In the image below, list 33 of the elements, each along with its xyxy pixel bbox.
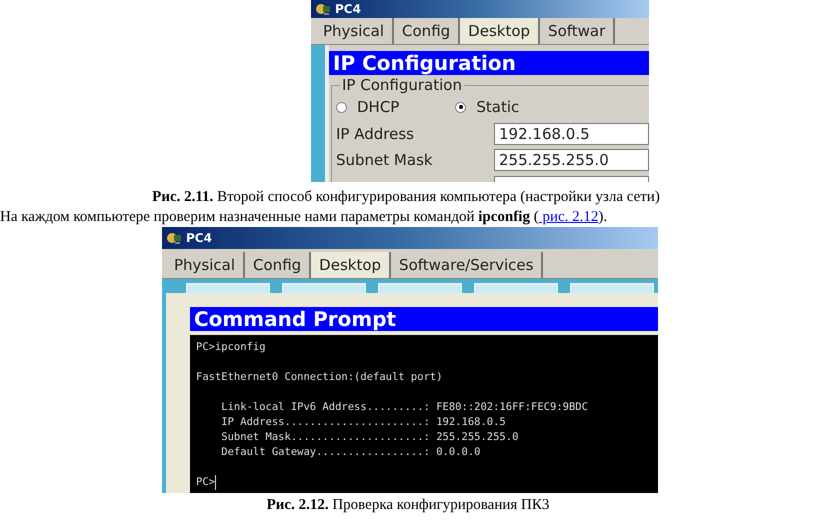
section-heading: IP Configuration bbox=[329, 51, 649, 75]
figure-link[interactable]: рис. 2.12 bbox=[538, 209, 598, 225]
tab[interactable]: Desktop bbox=[460, 18, 540, 44]
terminal-line: PC> bbox=[196, 475, 216, 490]
radio-label: Static bbox=[476, 97, 520, 118]
field-label: IP Address bbox=[336, 124, 415, 144]
input-field[interactable]: 255.255.255.0 bbox=[494, 149, 649, 172]
app-tile[interactable] bbox=[186, 283, 270, 293]
section-heading: Command Prompt bbox=[190, 307, 658, 331]
terminal-line: IP Address......................: 192.168.0.5 bbox=[220, 415, 506, 430]
computer-icon bbox=[166, 232, 182, 244]
field-label: Subnet Mask bbox=[336, 150, 434, 171]
terminal-line: Subnet Mask.....................: 255.255.255.0 bbox=[220, 430, 518, 445]
terminal-line: FastEthernet0 Connection:(default port) bbox=[196, 370, 443, 385]
radio-label: DHCP bbox=[357, 97, 400, 118]
radio-button[interactable] bbox=[455, 102, 466, 113]
terminal-line: PC>ipconfig bbox=[196, 340, 266, 355]
app-tile[interactable] bbox=[282, 283, 366, 293]
app-tile[interactable] bbox=[474, 283, 558, 293]
terminal-line: Default Gateway.................: 0.0.0.0 bbox=[220, 445, 480, 460]
window-title: PC4 bbox=[335, 1, 361, 18]
app-tile[interactable] bbox=[570, 283, 654, 293]
window-title: PC4 bbox=[186, 230, 212, 247]
paragraph: На каждом компьютере проверим назначенные нами параметры командой ipconfig ( рис. 2.12). bbox=[0, 208, 608, 226]
terminal-line: Link-local IPv6 Address.........: FE80::202:16FF:FEC9:9BDC bbox=[220, 400, 588, 415]
group-title: IP Configuration bbox=[340, 76, 464, 94]
app-tile[interactable] bbox=[378, 283, 462, 293]
radio-button[interactable] bbox=[336, 102, 347, 113]
tab[interactable]: Desktop bbox=[311, 252, 392, 278]
figure-caption: Рис. 2.11. Второй способ конфигурирования компьютера (настройки узла сети) bbox=[152, 188, 660, 206]
figure-caption: Рис. 2.12. Проверка конфигурирования ПК3 bbox=[266, 496, 550, 514]
input-field[interactable]: 192.168.0.5 bbox=[494, 122, 649, 145]
computer-icon bbox=[315, 2, 331, 16]
